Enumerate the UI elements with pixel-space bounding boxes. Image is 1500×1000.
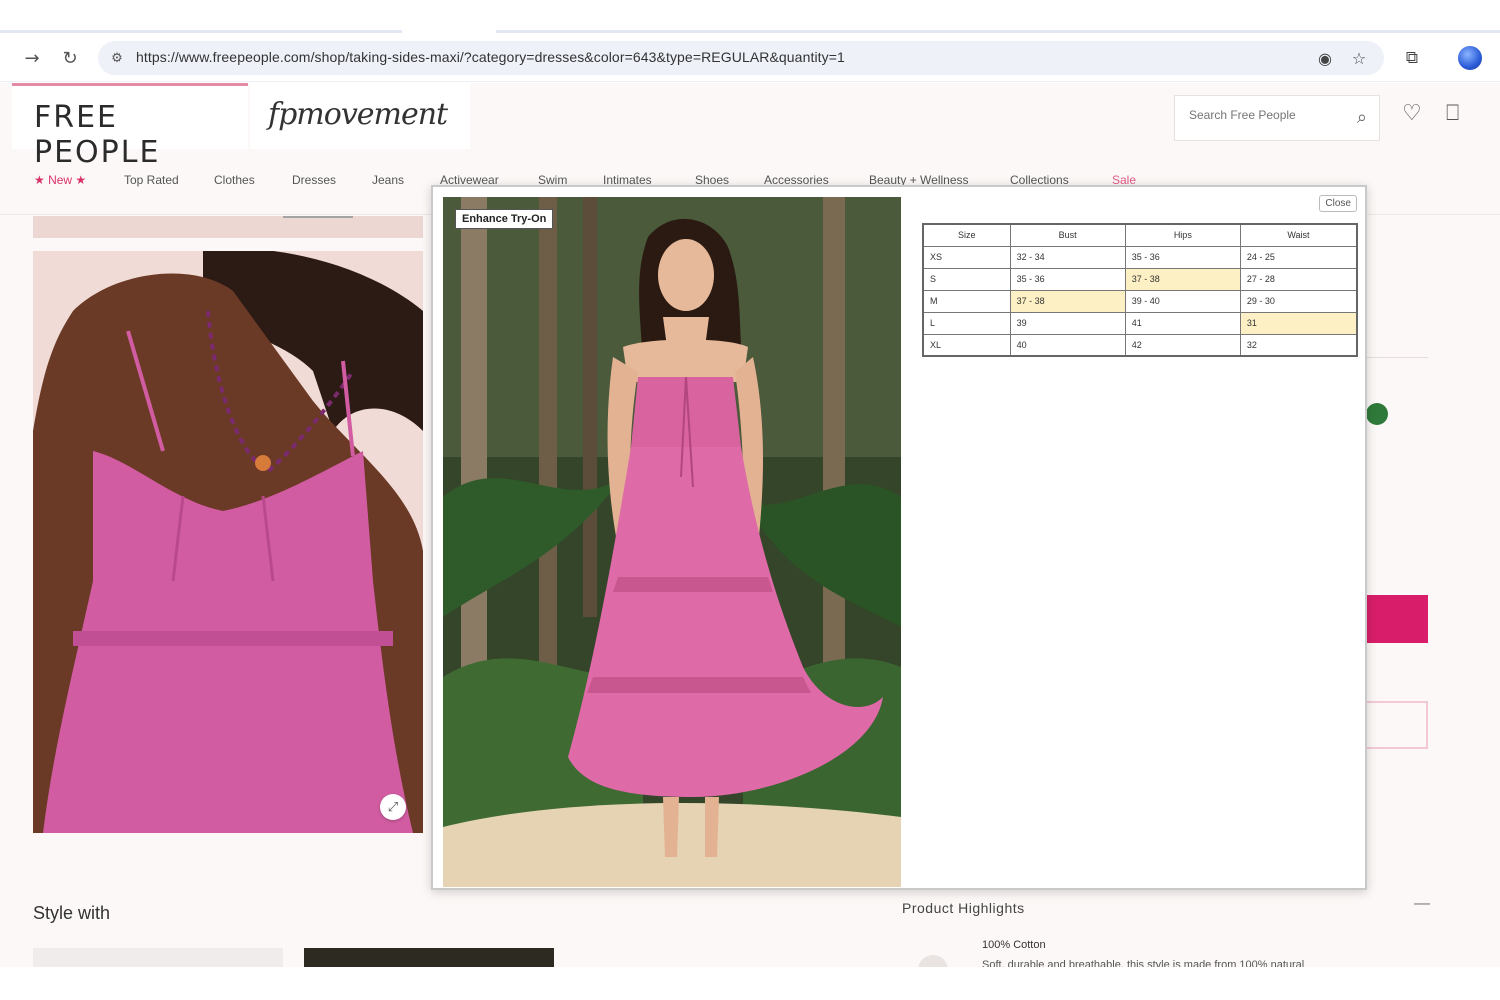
- try-on-photo: Enhance Try-On: [443, 197, 901, 887]
- nav-item-jeans[interactable]: Jeans: [372, 173, 404, 187]
- tab-underline: [0, 30, 402, 33]
- nav-item-new[interactable]: ★ New ★: [34, 173, 86, 187]
- table-row: XL 40 42 32: [922, 333, 1358, 357]
- nav-item-top-rated[interactable]: Top Rated: [124, 173, 179, 187]
- gallery-thumbnail-partial[interactable]: [33, 216, 423, 238]
- search-box[interactable]: ⌕: [1174, 95, 1380, 141]
- bust-cell-highlighted: 37 - 38: [1009, 289, 1126, 313]
- size-cell: S: [922, 267, 1011, 291]
- nav-item-dresses[interactable]: Dresses: [292, 173, 336, 187]
- bust-cell: 32 - 34: [1009, 245, 1126, 269]
- highlight-title: 100% Cotton: [982, 939, 1046, 951]
- bust-cell: 40: [1009, 333, 1126, 357]
- table-header-row: Size Bust Hips Waist: [922, 223, 1358, 247]
- waist-cell: 27 - 28: [1239, 267, 1358, 291]
- reload-icon[interactable]: ↻: [58, 46, 82, 70]
- divider: [1366, 357, 1428, 358]
- profile-avatar[interactable]: [1458, 46, 1482, 70]
- bust-cell: 35 - 36: [1009, 267, 1126, 291]
- column-header-bust: Bust: [1009, 223, 1126, 247]
- tab-underline: [496, 30, 1500, 33]
- browser-tabstrip: [0, 0, 1500, 34]
- heart-icon[interactable]: ♡: [1402, 101, 1422, 126]
- hips-cell: 39 - 40: [1124, 289, 1241, 313]
- close-button[interactable]: Close: [1319, 195, 1357, 212]
- table-row: S 35 - 36 37 - 38 27 - 28: [922, 267, 1358, 291]
- brand-logo[interactable]: FREE PEOPLE: [34, 100, 248, 170]
- forward-icon[interactable]: →: [20, 46, 44, 70]
- model-pink-dress-photo: [33, 251, 423, 833]
- movement-tab[interactable]: fpmovement: [250, 83, 470, 149]
- thumbnail-indicator: [283, 216, 353, 218]
- size-cell: M: [922, 289, 1011, 313]
- size-cell: L: [922, 311, 1011, 335]
- add-to-bag-button[interactable]: [1366, 595, 1428, 643]
- hips-cell-highlighted: 37 - 38: [1124, 267, 1241, 291]
- search-icon[interactable]: ⌕: [1357, 107, 1367, 128]
- bust-cell: 39: [1009, 311, 1126, 335]
- collapse-icon[interactable]: —: [1414, 895, 1430, 913]
- extensions-icon[interactable]: ⧉: [1401, 47, 1423, 69]
- shopping-bag-icon[interactable]: ⎕: [1446, 101, 1459, 126]
- color-swatch[interactable]: [1366, 403, 1388, 425]
- address-bar[interactable]: ⚙ https://www.freepeople.com/shop/taking…: [98, 41, 1384, 75]
- table-row: M 37 - 38 39 - 40 29 - 30: [922, 289, 1358, 313]
- column-header-size: Size: [922, 223, 1011, 247]
- site-settings-icon[interactable]: ⚙: [108, 49, 126, 67]
- table-row: XS 32 - 34 35 - 36 24 - 25: [922, 245, 1358, 269]
- browser-toolbar: → ↻ ⚙ https://www.freepeople.com/shop/ta…: [0, 34, 1500, 82]
- size-cell: XS: [922, 245, 1011, 269]
- waist-cell: 32: [1239, 333, 1358, 357]
- movement-logo[interactable]: fpmovement: [268, 97, 448, 132]
- column-header-hips: Hips: [1124, 223, 1241, 247]
- product-highlights-heading[interactable]: Product Highlights: [902, 900, 1025, 916]
- waist-cell: 24 - 25: [1239, 245, 1358, 269]
- bookmark-star-icon[interactable]: ☆: [1348, 47, 1370, 69]
- expand-icon[interactable]: ⤢: [380, 794, 406, 820]
- viewport-bottom: [0, 967, 1500, 1000]
- size-chart-table: Size Bust Hips Waist XS 32 - 34 35 - 36 …: [922, 223, 1358, 357]
- column-header-waist: Waist: [1239, 223, 1358, 247]
- eye-off-icon[interactable]: ◉: [1314, 47, 1336, 69]
- product-main-photo[interactable]: [33, 251, 423, 833]
- try-on-modal: Enhance Try-On Close Size Bust Hips Wais…: [431, 185, 1367, 890]
- waist-cell: 29 - 30: [1239, 289, 1358, 313]
- waist-cell-highlighted: 31: [1239, 311, 1358, 335]
- size-cell: XL: [922, 333, 1011, 357]
- enhance-try-on-label[interactable]: Enhance Try-On: [455, 209, 554, 229]
- nav-item-clothes[interactable]: Clothes: [214, 173, 255, 187]
- try-on-model-image: [443, 197, 901, 887]
- hips-cell: 41: [1124, 311, 1241, 335]
- table-row: L 39 41 31: [922, 311, 1358, 335]
- hips-cell: 35 - 36: [1124, 245, 1241, 269]
- brand-tab[interactable]: FREE PEOPLE: [12, 83, 248, 170]
- hips-cell: 42: [1124, 333, 1241, 357]
- favorite-button[interactable]: [1366, 701, 1428, 749]
- url-text[interactable]: https://www.freepeople.com/shop/taking-s…: [136, 49, 845, 65]
- search-input[interactable]: [1189, 108, 1339, 122]
- style-with-heading: Style with: [33, 903, 111, 923]
